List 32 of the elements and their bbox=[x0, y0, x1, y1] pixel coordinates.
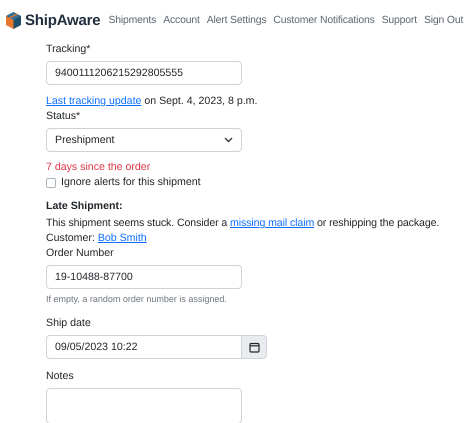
notes-field[interactable] bbox=[46, 388, 242, 423]
tracking-update-link[interactable]: Last tracking update bbox=[46, 95, 142, 107]
nav-link[interactable]: Alert Settings bbox=[206, 14, 266, 26]
last-update-text: Last tracking update on Sept. 4, 2023, 8 p.m. bbox=[46, 94, 258, 109]
nav-link[interactable]: Support bbox=[382, 14, 417, 26]
nav-link[interactable]: Shipments bbox=[108, 14, 156, 26]
tracking-field[interactable]: 9400111206215292805555 bbox=[46, 61, 242, 85]
help-text: If empty, a random order number is assigned. bbox=[46, 293, 228, 306]
nav-link[interactable]: Customer Notifications bbox=[273, 14, 375, 26]
nav-link[interactable]: Account bbox=[163, 14, 200, 26]
order-number-field[interactable]: 19-10488-87700 bbox=[46, 265, 242, 289]
box-logo-icon bbox=[5, 10, 22, 30]
age-warning: 7 days since the order bbox=[46, 160, 152, 175]
field-label: Ship date bbox=[46, 316, 92, 331]
ship-date-field[interactable]: 09/05/2023 10:22 bbox=[46, 335, 242, 359]
brand-name: ShipAware bbox=[25, 12, 100, 28]
customer-link[interactable]: Bob Smith bbox=[98, 232, 147, 244]
section-heading: Late Shipment: bbox=[46, 199, 124, 214]
field-label: Tracking* bbox=[46, 42, 92, 57]
late-shipment-message: This shipment seems stuck. Consider a missing mail claim or reshipping the package. bbox=[46, 216, 440, 231]
calendar-icon bbox=[248, 342, 260, 352]
chevron-down-icon bbox=[224, 137, 233, 143]
field-label: Notes bbox=[46, 369, 75, 384]
checkbox-label: Ignore alerts for this shipment bbox=[61, 175, 201, 190]
calendar-button[interactable] bbox=[242, 335, 267, 359]
nav-link[interactable]: Sign Out bbox=[424, 14, 464, 26]
customer-text: Customer: Bob Smith bbox=[46, 231, 148, 246]
status-select[interactable]: Preshipment bbox=[46, 128, 242, 152]
missing-mail-claim-link[interactable]: missing mail claim bbox=[230, 217, 314, 229]
field-label: Order Number bbox=[46, 246, 115, 261]
field-label: Status* bbox=[46, 109, 82, 124]
checkbox[interactable] bbox=[46, 178, 56, 188]
